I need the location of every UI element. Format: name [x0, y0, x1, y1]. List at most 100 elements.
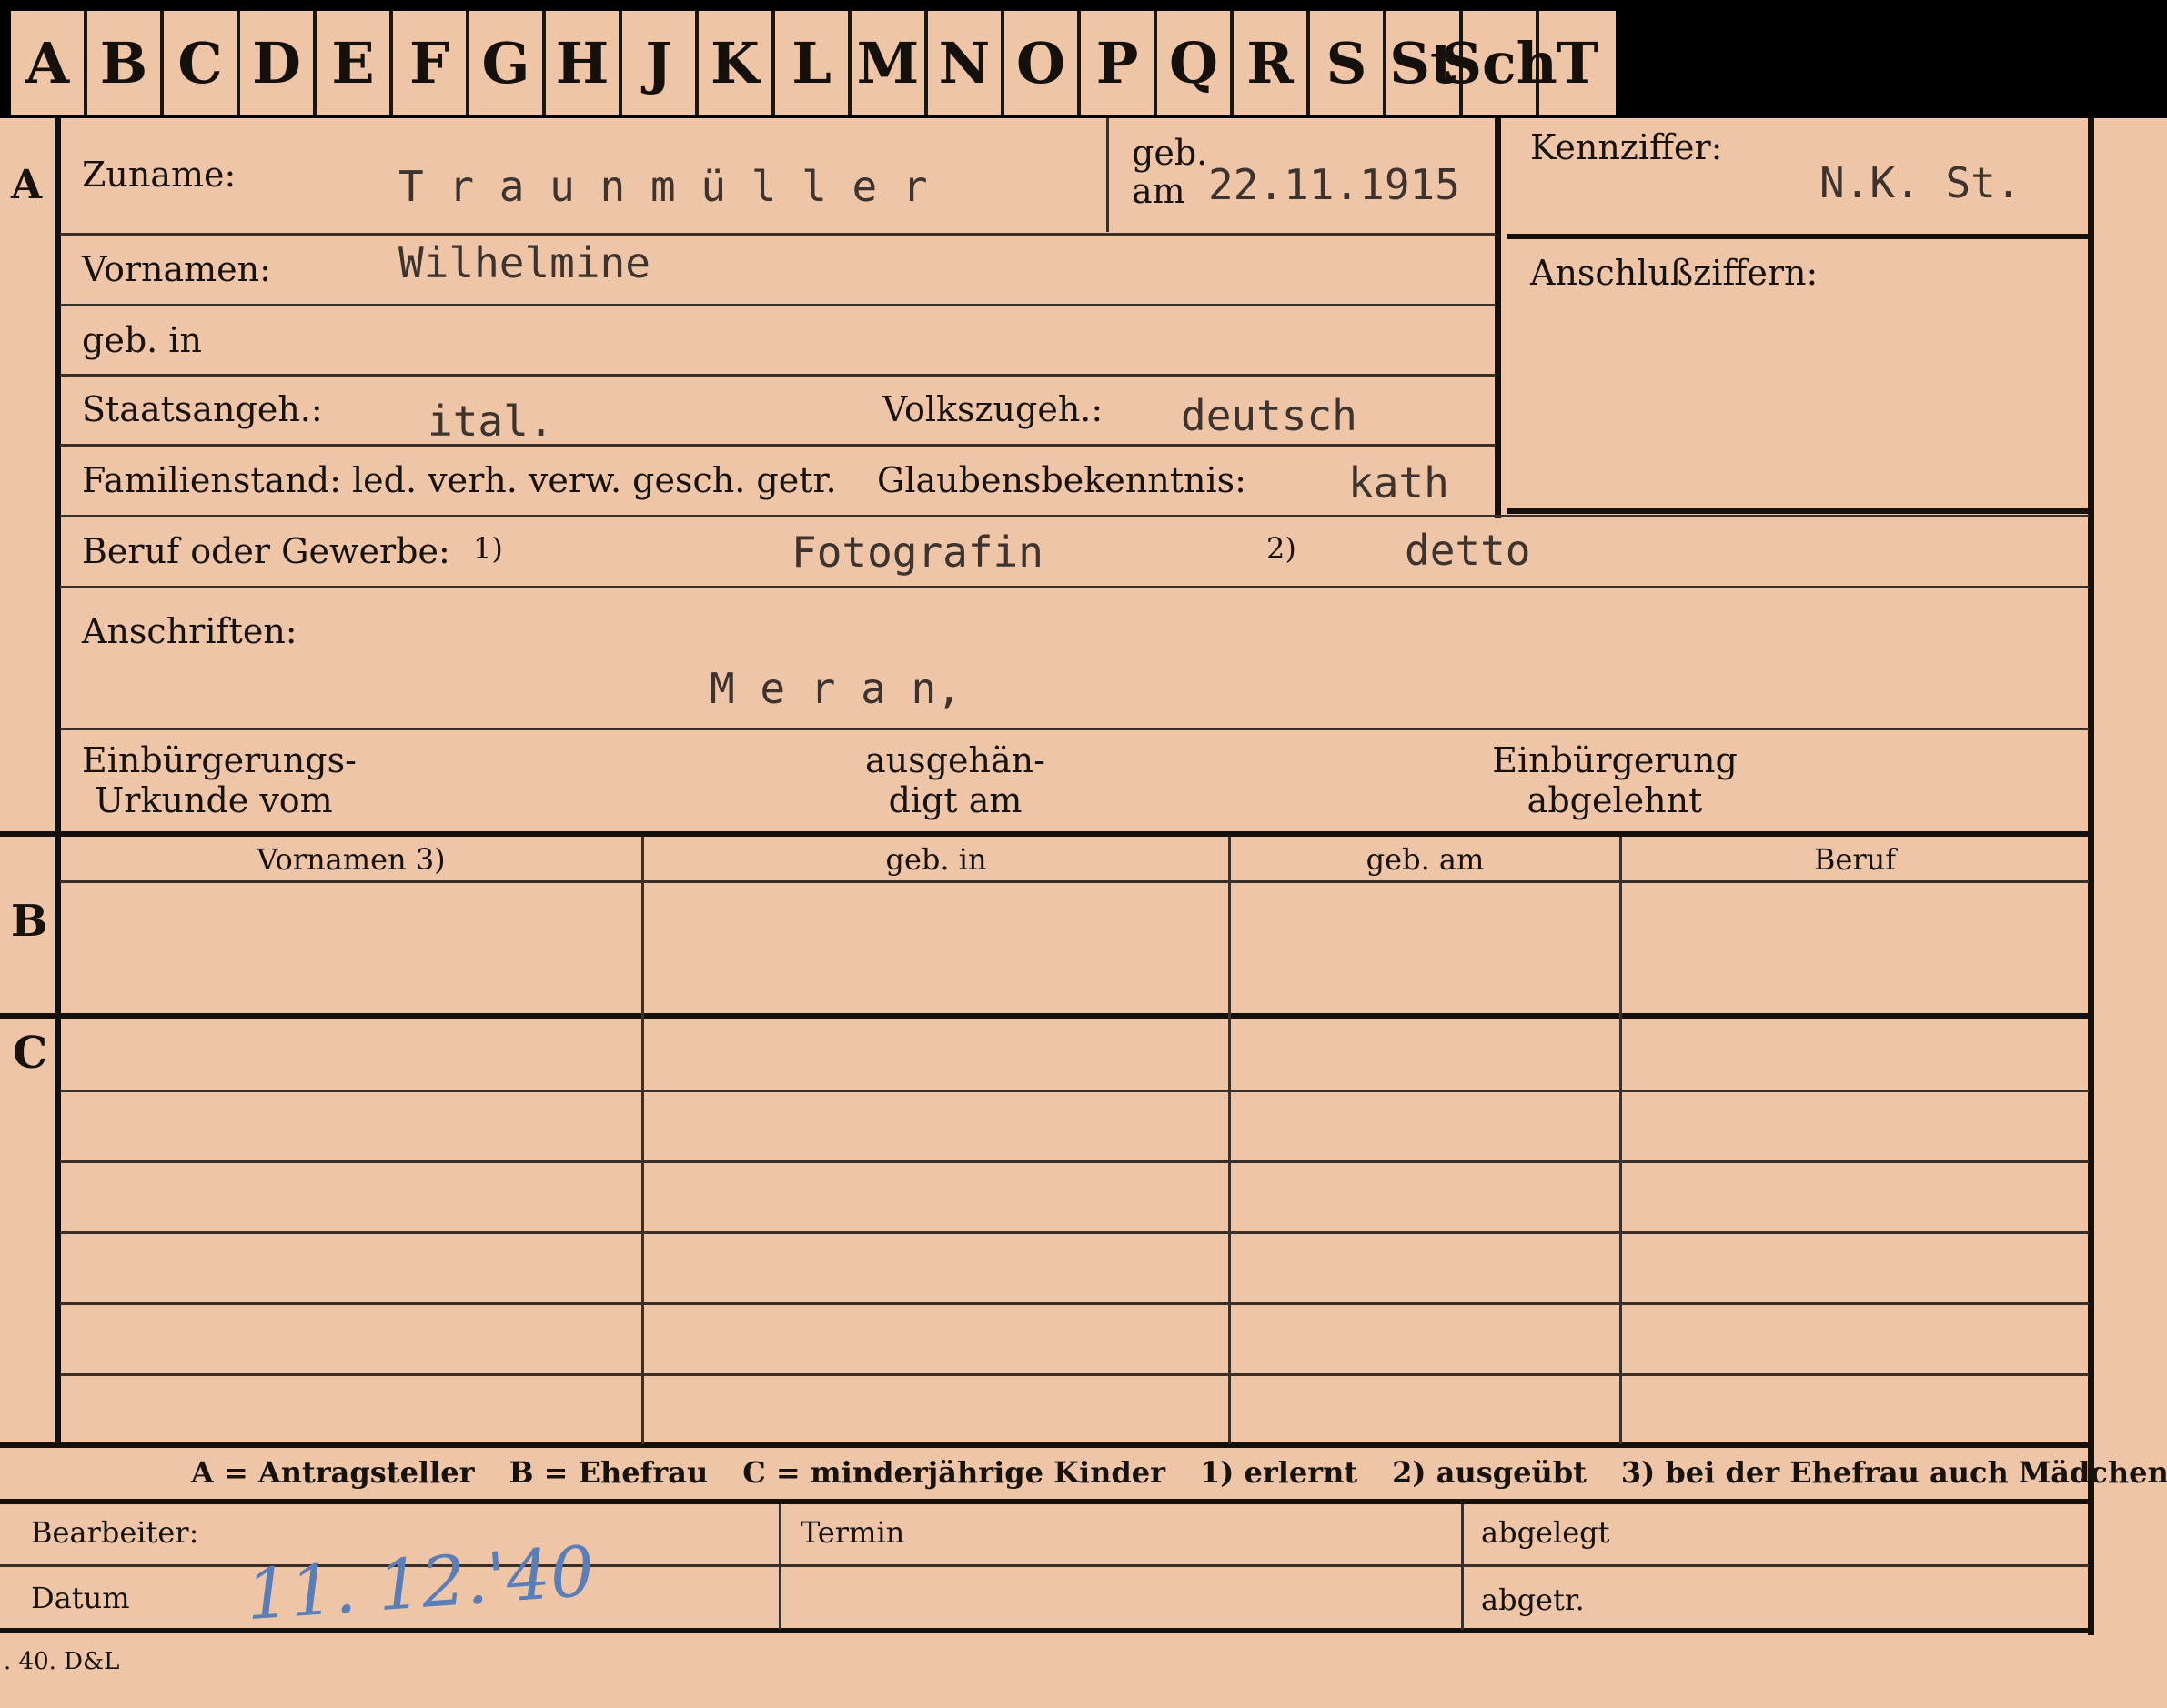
- vornamen-label: Vornamen:: [82, 249, 271, 289]
- kennziffer-divider: [1495, 118, 1501, 518]
- rule-c-row-3: [60, 1231, 2089, 1234]
- printer-mark: . 40. D&L: [4, 1648, 120, 1675]
- letter-tab-d: D: [240, 11, 317, 115]
- kennziffer-value: N.K. St.: [1819, 158, 2021, 207]
- abgetr-label: abgetr.: [1481, 1582, 1585, 1617]
- table-header-vornamen: Vornamen 3): [257, 842, 446, 877]
- staatsangeh-value: ital.: [428, 397, 554, 446]
- letter-tab-q: Q: [1157, 11, 1234, 115]
- letter-tab-t: T: [1556, 29, 1599, 96]
- rule-beruf: [60, 586, 2089, 588]
- letter-tab-n: N: [928, 11, 1004, 115]
- section-marker-a: A: [11, 162, 43, 208]
- letter-tab-s: S: [1310, 11, 1386, 115]
- einb-abgelehnt-line-2: abgelehnt: [1527, 780, 1703, 820]
- footer-rule-2: [1461, 1504, 1464, 1630]
- letter-tab-o: O: [1004, 11, 1081, 115]
- familienstand-label: Familienstand: led. verh. verw. gesch. g…: [82, 460, 837, 500]
- letter-tab-l: L: [775, 11, 852, 115]
- rule-section-b: [0, 831, 2089, 837]
- legend-note-3: 3) bei der Ehefrau auch Mädchenname: [1620, 1455, 2167, 1490]
- geb-am-label-top: geb.: [1132, 133, 1208, 173]
- ausgehaendigt-label: ausgehän- digt am: [846, 740, 1064, 820]
- ausgehaendigt-line-2: digt am: [888, 780, 1023, 820]
- rule-c-row-2: [60, 1160, 2089, 1163]
- index-card: A B C Zuname: T r a u n m ü l l e r geb.…: [0, 118, 2167, 1708]
- rule-table-header: [60, 880, 2089, 883]
- glaubens-label: Glaubensbekenntnis:: [877, 460, 1246, 500]
- letter-tab-a: A: [11, 11, 87, 115]
- beruf-label: Beruf oder Gewerbe:: [82, 531, 450, 571]
- volkszugeh-value: deutsch: [1181, 391, 1357, 440]
- zuname-label: Zuname:: [82, 155, 237, 195]
- rule-vornamen: [60, 304, 1496, 306]
- einbuergerungsurkunde-label: Einbürgerungs- Urkunde vom: [82, 740, 357, 820]
- legend-note-2: 2) ausgeübt: [1392, 1455, 1587, 1490]
- termin-label: Termin: [801, 1515, 905, 1550]
- letter-tab-r: R: [1234, 11, 1310, 115]
- letter-tab-k: K: [699, 11, 775, 115]
- anschriften-label: Anschriften:: [82, 611, 297, 651]
- einb-urkunde-line-1: Einbürgerungs-: [82, 740, 357, 780]
- abgelegt-label: abgelegt: [1481, 1515, 1610, 1550]
- rule-footer-top: [0, 1499, 2089, 1504]
- right-rule: [2088, 118, 2094, 1635]
- kennziffer-rule: [1507, 234, 2089, 239]
- rule-legend-top: [0, 1442, 2089, 1448]
- col-rule-2: [1228, 837, 1231, 1444]
- legend-c: C = minderjährige Kinder: [742, 1455, 1165, 1490]
- legend: A = Antragsteller B = Ehefrau C = minder…: [191, 1455, 2167, 1490]
- einbuergerung-abgelehnt-label: Einbürgerung abgelehnt: [1483, 740, 1747, 820]
- ausgehaendigt-line-1: ausgehän-: [865, 740, 1045, 780]
- geb-am-label-bottom: am: [1132, 171, 1185, 211]
- geb-am-divider: [1106, 118, 1109, 232]
- beruf-note-2: 2): [1266, 531, 1296, 566]
- beruf-value-1: Fotografin: [791, 527, 1043, 577]
- letter-tab-sch: Sch: [1441, 11, 1557, 115]
- datum-label: Datum: [31, 1581, 130, 1615]
- glaubens-value: kath: [1348, 458, 1449, 507]
- letter-tab-j: J: [622, 11, 699, 115]
- section-marker-b: B: [11, 896, 48, 947]
- letter-tab-g: G: [469, 11, 546, 115]
- rule-c-row-4: [60, 1302, 2089, 1305]
- legend-note-1: 1) erlernt: [1199, 1455, 1358, 1490]
- col-rule-3: [1619, 837, 1622, 1444]
- einb-urkunde-line-2: Urkunde vom: [95, 780, 333, 820]
- rule-familien: [60, 515, 2089, 517]
- beruf-value-2: detto: [1405, 526, 1531, 575]
- rule-c-row-1: [60, 1090, 2089, 1092]
- footer-rule-1: [779, 1504, 781, 1630]
- anschluss-rule: [1507, 508, 2089, 514]
- col-rule-1: [641, 837, 644, 1444]
- left-rule: [55, 118, 61, 1446]
- legend-b: B = Ehefrau: [509, 1455, 709, 1490]
- rule-c-row-5: [60, 1373, 2089, 1376]
- kennziffer-label: Kennziffer:: [1530, 127, 1723, 167]
- letter-tab-h: H: [546, 11, 622, 115]
- vornamen-value: Wilhelmine: [398, 238, 650, 287]
- rule-section-c: [0, 1013, 2089, 1019]
- rule-gebin: [60, 374, 1496, 377]
- volkszugeh-label: Volkszugeh.:: [882, 389, 1104, 429]
- section-marker-c: C: [13, 1028, 48, 1079]
- datum-value: 11. 12.'40: [243, 1530, 598, 1636]
- staatsangeh-label: Staatsangeh.:: [82, 389, 323, 429]
- letter-tab-c: C: [164, 11, 240, 115]
- table-header-beruf: Beruf: [1813, 842, 1897, 877]
- letter-tab-f: F: [393, 11, 469, 115]
- zuname-value: T r a u n m ü l l e r: [398, 162, 928, 211]
- anschriften-value: M e r a n,: [710, 664, 962, 713]
- rule-staat: [60, 444, 1496, 447]
- legend-a: A = Antragsteller: [191, 1455, 475, 1490]
- bearbeiter-label: Bearbeiter:: [31, 1515, 199, 1550]
- letter-tab-m: M: [852, 11, 928, 115]
- geb-in-label: geb. in: [82, 320, 202, 360]
- geb-am-value: 22.11.1915: [1208, 160, 1460, 209]
- letter-tab-e: E: [317, 11, 393, 115]
- letter-tab-row: A B C D E F G H J K L M N O P Q R S St Sch T: [11, 11, 1616, 115]
- letter-tab-p: P: [1081, 11, 1157, 115]
- rule-anschriften: [60, 728, 2089, 730]
- rule-zuname: [60, 233, 1496, 236]
- einb-abgelehnt-line-1: Einbürgerung: [1492, 740, 1738, 780]
